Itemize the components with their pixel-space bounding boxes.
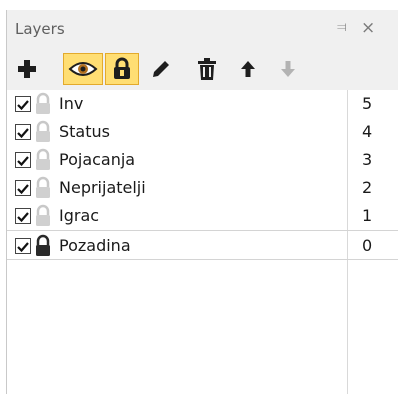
layer-name: Neprijatelji (59, 178, 146, 197)
arrow-up-icon (241, 61, 255, 77)
layer-index: 5 (362, 94, 373, 113)
checkmark-icon (17, 128, 29, 139)
arrow-down-icon (281, 61, 295, 77)
panel-title: Layers (15, 20, 65, 38)
layer-index: 4 (362, 122, 373, 141)
locked-lock-icon[interactable] (33, 234, 53, 258)
layers-panel: Layers ⫤ × Inv 5 Status 4 Pojacanja 3 Ne… (6, 10, 398, 394)
layer-row-selected[interactable]: Pozadina 0 (7, 230, 398, 260)
visibility-checkbox[interactable] (15, 124, 31, 140)
layer-name: Inv (59, 94, 84, 113)
visibility-checkbox[interactable] (15, 96, 31, 112)
layer-row[interactable]: Pojacanja 3 (7, 146, 398, 174)
layer-list: Inv 5 Status 4 Pojacanja 3 Neprijatelji … (7, 90, 398, 394)
pin-icon[interactable]: ⫤ (337, 20, 347, 35)
unlocked-lock-icon[interactable] (33, 120, 53, 144)
checkmark-icon (17, 100, 29, 111)
layer-row[interactable]: Igrac 1 (7, 202, 398, 230)
toggle-lock-button[interactable] (105, 53, 139, 85)
add-layer-icon (18, 60, 36, 78)
unlocked-lock-icon[interactable] (33, 148, 53, 172)
delete-layer-button[interactable] (193, 53, 221, 85)
layer-name: Status (59, 122, 110, 141)
unlocked-lock-icon[interactable] (33, 176, 53, 200)
layer-row[interactable]: Neprijatelji 2 (7, 174, 398, 202)
layer-index: 0 (362, 236, 373, 255)
lock-icon (114, 57, 130, 79)
layers-toolbar (7, 48, 398, 90)
checkmark-icon (17, 156, 29, 167)
layer-row[interactable]: Inv 5 (7, 90, 398, 118)
move-down-button[interactable] (275, 53, 301, 85)
eye-icon (68, 62, 98, 76)
layer-row[interactable]: Status 4 (7, 118, 398, 146)
unlocked-lock-icon[interactable] (33, 204, 53, 228)
add-layer-button[interactable] (13, 53, 41, 85)
layer-name: Pozadina (59, 236, 131, 255)
panel-titlebar: Layers ⫤ × (7, 10, 398, 48)
checkmark-icon (17, 212, 29, 223)
pencil-icon (153, 61, 169, 77)
visibility-checkbox[interactable] (15, 180, 31, 196)
unlocked-lock-icon[interactable] (33, 92, 53, 116)
trash-icon (198, 58, 216, 80)
layer-index: 3 (362, 150, 373, 169)
rename-layer-button[interactable] (147, 53, 175, 85)
layer-index: 2 (362, 178, 373, 197)
visibility-checkbox[interactable] (15, 152, 31, 168)
checkmark-icon (17, 184, 29, 195)
close-icon[interactable]: × (361, 18, 375, 38)
layer-name: Pojacanja (59, 150, 136, 169)
visibility-checkbox[interactable] (15, 238, 31, 254)
toggle-visibility-button[interactable] (63, 53, 103, 85)
move-up-button[interactable] (235, 53, 261, 85)
checkmark-icon (17, 242, 29, 253)
layer-name: Igrac (59, 206, 100, 225)
visibility-checkbox[interactable] (15, 208, 31, 224)
layer-index: 1 (362, 206, 373, 225)
